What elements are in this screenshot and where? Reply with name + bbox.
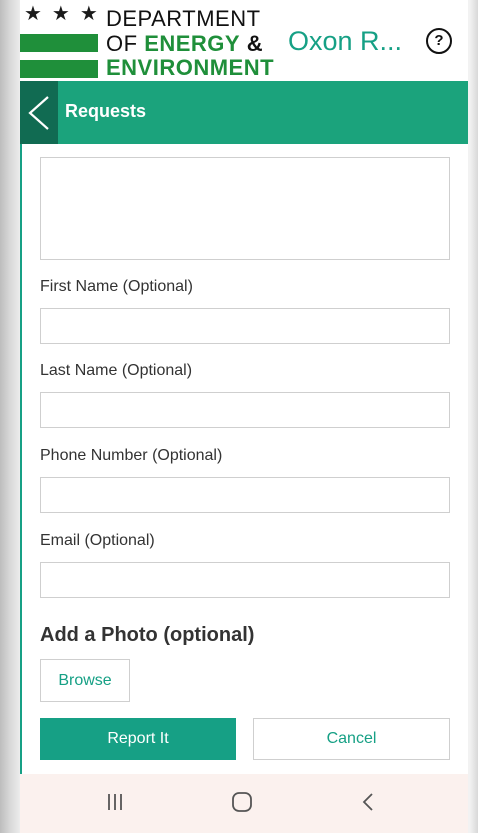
browse-button[interactable]: Browse: [40, 659, 130, 702]
back-icon: [362, 793, 373, 811]
description-textarea[interactable]: [40, 157, 450, 260]
report-it-button[interactable]: Report It: [40, 718, 236, 760]
last-name-label: Last Name (Optional): [40, 362, 193, 379]
recent-apps-icon: [108, 794, 122, 810]
doee-logo: ★★★ DEPARTMENT OF ENERGY & ENVIRONMENT: [20, 0, 290, 81]
home-icon: [232, 792, 252, 812]
request-form: First Name (Optional) Last Name (Optiona…: [20, 144, 468, 774]
logo-line-2-prefix: OF: [106, 31, 138, 56]
email-label: Email (Optional): [40, 532, 155, 549]
logo-line-3: ENVIRONMENT: [106, 55, 275, 80]
phone-number-label: Phone Number (Optional): [40, 447, 223, 464]
app-header: ★★★ DEPARTMENT OF ENERGY & ENVIRONMENT O…: [20, 0, 468, 81]
logo-line-2: OF ENERGY &: [106, 33, 263, 55]
question-circle-icon[interactable]: ?: [426, 28, 452, 54]
first-name-input[interactable]: [40, 308, 450, 344]
logo-line-2-suffix: &: [246, 31, 264, 56]
chevron-left-icon: [28, 96, 49, 130]
add-photo-title: Add a Photo (optional): [40, 624, 255, 646]
home-button[interactable]: [227, 790, 257, 814]
logo-line-2-emphasis: ENERGY: [144, 31, 241, 56]
logo-line-1: DEPARTMENT: [106, 6, 261, 31]
requests-toolbar: Requests: [20, 81, 468, 144]
email-input[interactable]: [40, 562, 450, 598]
last-name-input[interactable]: [40, 392, 450, 428]
phone-number-input[interactable]: [40, 477, 450, 513]
app-title: Oxon R...: [288, 26, 403, 56]
logo-bar-bottom: [20, 60, 98, 78]
phone-screen: ★★★ DEPARTMENT OF ENERGY & ENVIRONMENT O…: [0, 0, 478, 833]
logo-stars: ★★★: [24, 3, 108, 25]
logo-bar-top: [20, 34, 98, 52]
back-button[interactable]: [20, 81, 58, 144]
first-name-label: First Name (Optional): [40, 278, 193, 295]
cancel-button[interactable]: Cancel: [253, 718, 450, 760]
page-title: Requests: [65, 101, 147, 121]
recent-apps-button[interactable]: [100, 790, 130, 814]
system-nav-bar: [20, 774, 468, 833]
system-back-button[interactable]: [353, 790, 383, 814]
